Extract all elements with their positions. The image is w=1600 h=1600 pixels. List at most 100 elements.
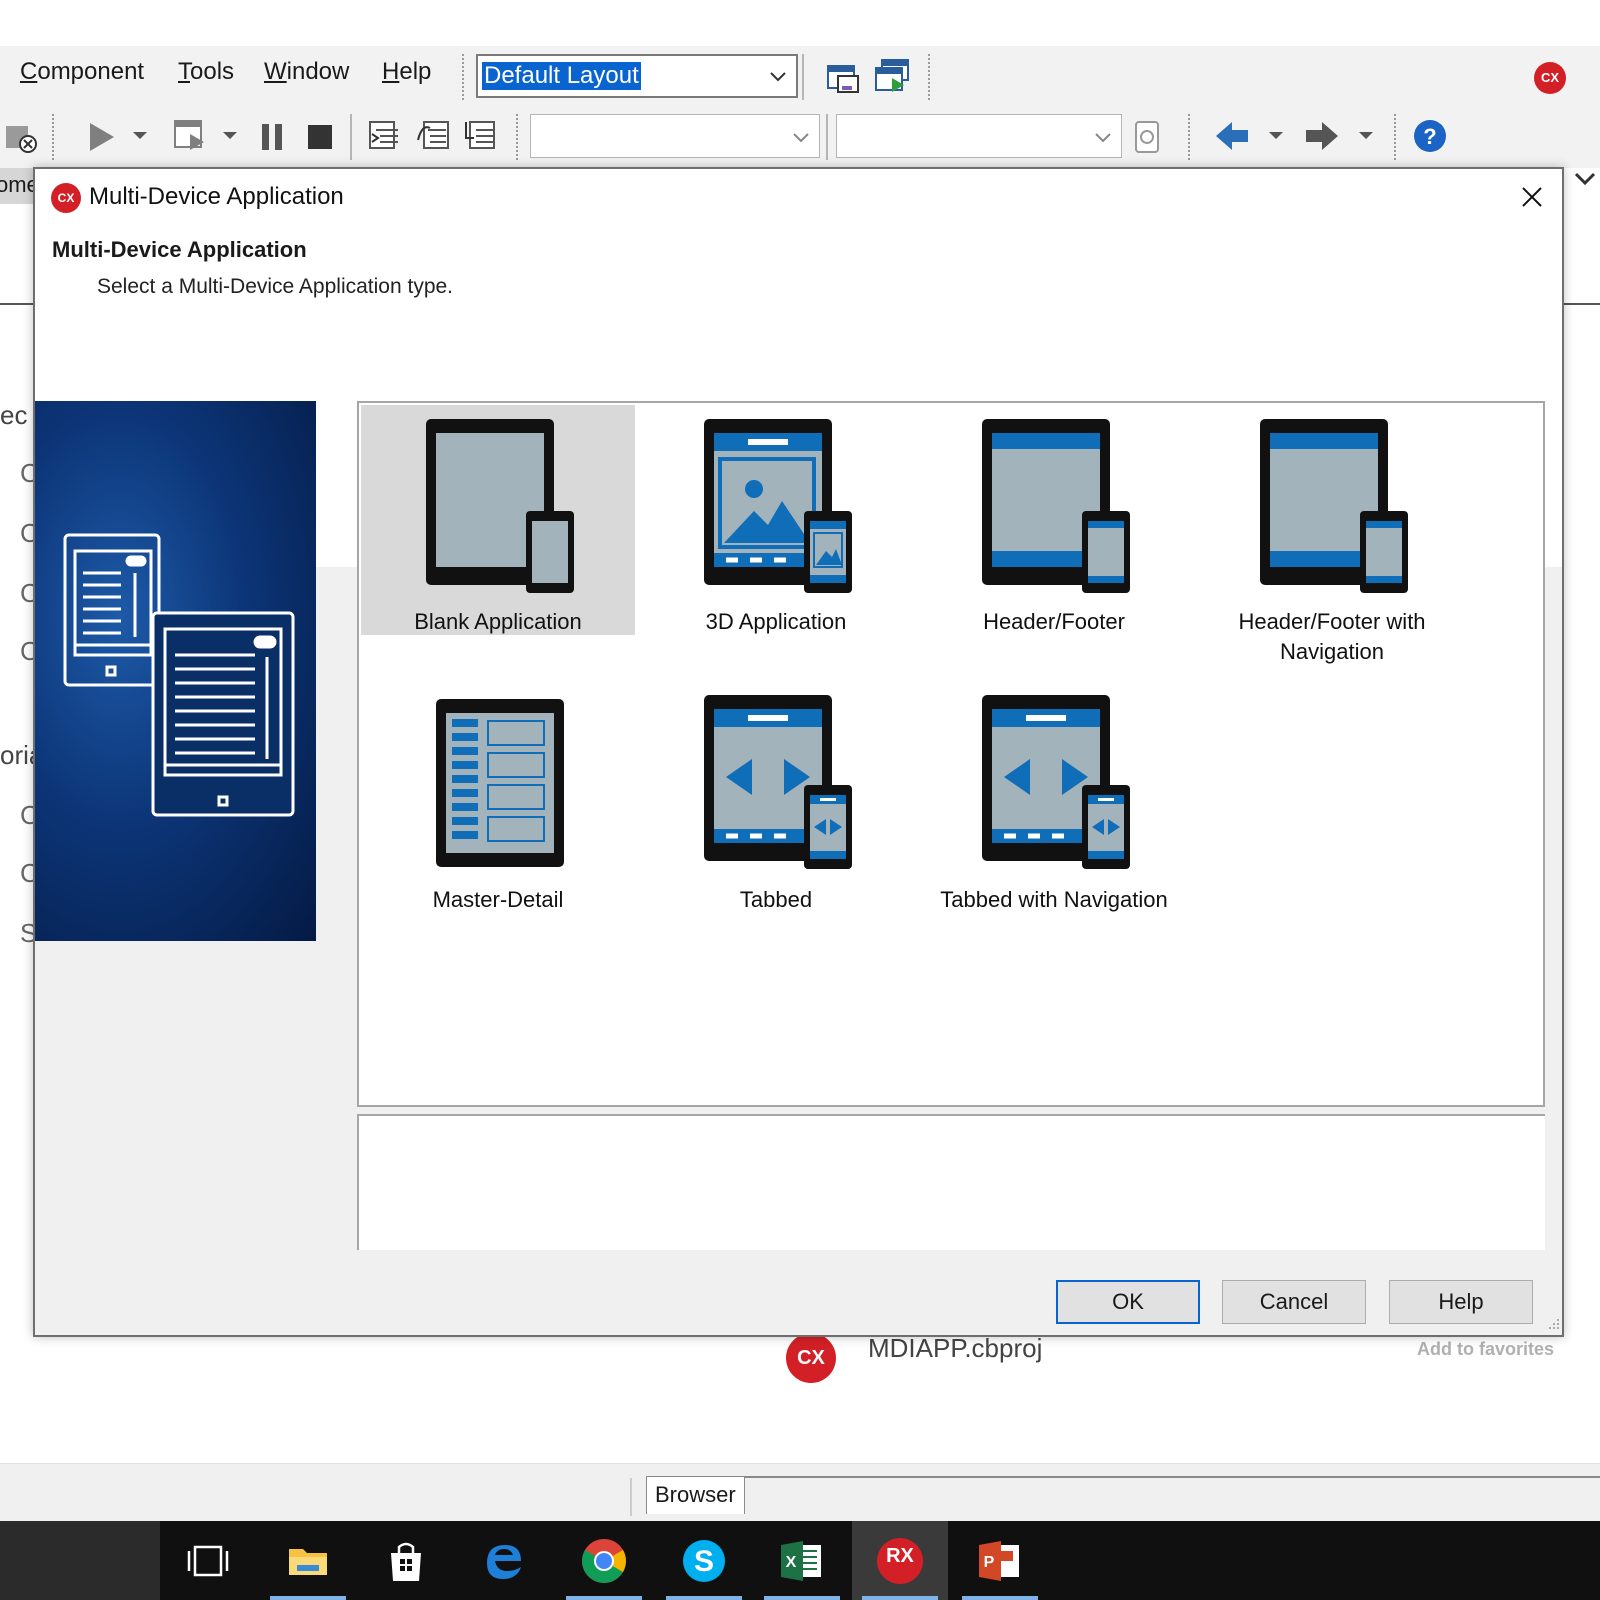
toolbar-separator <box>1188 114 1190 160</box>
run-without-debug-dropdown-icon[interactable] <box>222 130 238 142</box>
template-tabbed-navigation[interactable]: Tabbed with Navigation <box>917 685 1191 925</box>
template-header-footer[interactable]: Header/Footer <box>917 405 1191 645</box>
menubar-separator <box>462 54 464 100</box>
set-debug-desktop-icon[interactable] <box>874 58 910 94</box>
menubar-separator <box>928 54 930 100</box>
taskbar-chrome[interactable] <box>556 1521 652 1600</box>
help-icon[interactable]: ? <box>1412 118 1448 154</box>
running-indicator <box>962 1596 1038 1600</box>
chevron-down-icon <box>1095 133 1111 143</box>
toolbar-separator <box>826 114 828 160</box>
taskbar-edge[interactable] <box>456 1521 552 1600</box>
menu-tools[interactable]: Tools <box>178 58 234 86</box>
header-footer-icon <box>982 419 1130 593</box>
dialog-heading: Multi-Device Application <box>52 237 307 262</box>
tabbed-icon <box>704 695 852 869</box>
taskbar-store[interactable] <box>358 1521 454 1600</box>
step-over-icon[interactable] <box>416 118 452 156</box>
dialog-subheading: Select a Multi-Device Application type. <box>97 275 454 298</box>
panel-divider <box>1564 303 1600 305</box>
run-icon[interactable] <box>84 120 118 154</box>
taskbar-start-area[interactable] <box>0 1521 160 1600</box>
template-blank-application[interactable]: Blank Application <box>361 405 635 635</box>
close-project-icon[interactable] <box>4 120 38 154</box>
tab-browser[interactable]: Browser <box>646 1476 745 1514</box>
app-logo-icon: CX <box>51 183 81 213</box>
svg-text:P: P <box>984 1554 995 1571</box>
layout-combo[interactable]: Default Layout <box>476 54 798 98</box>
forward-dropdown-icon[interactable] <box>1358 130 1374 142</box>
save-desktop-icon[interactable] <box>826 60 862 94</box>
template-list: Blank Application 3D Application Header/… <box>357 401 1545 1107</box>
panel-divider <box>0 303 34 305</box>
trace-into-icon[interactable] <box>368 118 404 156</box>
chevron-down-icon[interactable] <box>1574 170 1596 188</box>
template-label: 3D Application <box>705 609 847 634</box>
dialog-titlebar: CX Multi-Device Application <box>35 169 1562 225</box>
edge-icon <box>487 1544 521 1579</box>
cancel-button[interactable]: Cancel <box>1222 1280 1366 1324</box>
run-to-cursor-icon[interactable] <box>464 118 500 156</box>
file-explorer-icon <box>289 1548 327 1575</box>
toolbar-separator <box>1394 114 1396 160</box>
3d-app-icon <box>704 419 852 593</box>
taskbar-excel[interactable]: X <box>754 1521 850 1600</box>
stop-icon[interactable] <box>306 122 334 152</box>
multi-device-illustration-icon <box>63 533 295 817</box>
forward-arrow-icon[interactable] <box>1304 118 1340 154</box>
menu-window[interactable]: Window <box>264 58 349 86</box>
dialog-title: Multi-Device Application <box>89 183 344 210</box>
running-indicator <box>862 1596 938 1600</box>
back-dropdown-icon[interactable] <box>1268 130 1284 142</box>
pause-icon[interactable] <box>258 122 286 152</box>
run-dropdown-icon[interactable] <box>132 130 148 142</box>
refresh-devices-icon[interactable] <box>1132 120 1162 154</box>
welcome-fragment: ec <box>0 400 28 430</box>
ide-welcome-tab[interactable]: ome <box>0 168 34 204</box>
multi-device-app-dialog: CX Multi-Device Application Multi-Device… <box>33 167 1564 1337</box>
run-without-debug-icon[interactable] <box>172 118 208 154</box>
excel-icon: X <box>781 1540 821 1581</box>
template-3d-application[interactable]: 3D Application <box>639 405 913 645</box>
ide-welcome-panel-left: ec C C C C oria C C S <box>0 168 43 1463</box>
svg-text:X: X <box>786 1554 797 1571</box>
template-label: Master-Detail <box>432 887 564 912</box>
toolbar-separator <box>350 114 352 160</box>
menu-help[interactable]: Help <box>382 58 431 86</box>
tab-strip-line <box>744 1476 1600 1478</box>
taskbar-skype[interactable]: S <box>656 1521 752 1600</box>
running-indicator <box>270 1596 346 1600</box>
svg-text:?: ? <box>1423 124 1436 149</box>
template-master-detail[interactable]: Master-Detail <box>361 685 635 925</box>
close-icon[interactable] <box>1516 181 1548 213</box>
taskbar-powerpoint[interactable]: P <box>952 1521 1048 1600</box>
template-label: Blank Application <box>414 609 582 634</box>
ide-menubar: Component Tools Window Help Default Layo… <box>0 46 1600 106</box>
header-footer-nav-icon <box>1260 419 1408 593</box>
taskbar-rad-studio[interactable]: RX <box>852 1521 948 1600</box>
toolbar-separator <box>516 114 518 160</box>
template-header-footer-navigation[interactable]: Header/Footer with Navigation <box>1195 405 1469 664</box>
target-platform-combo[interactable] <box>530 114 820 158</box>
menubar-separator <box>802 54 804 100</box>
add-to-favorites-link[interactable]: Add to favorites <box>1417 1339 1554 1360</box>
running-indicator <box>764 1596 840 1600</box>
ide-right-panel <box>1564 168 1600 1463</box>
menu-component[interactable]: Component <box>20 58 144 86</box>
template-tabbed[interactable]: Tabbed <box>639 685 913 925</box>
ok-button[interactable]: OK <box>1056 1280 1200 1324</box>
device-combo[interactable] <box>836 114 1122 158</box>
master-detail-icon <box>436 699 564 867</box>
taskbar-task-view[interactable] <box>160 1521 256 1600</box>
recent-project-name: MDIAPP.cbproj <box>868 1333 1043 1363</box>
statusbar-divider <box>630 1478 632 1516</box>
help-button[interactable]: Help <box>1389 1280 1533 1324</box>
back-arrow-icon[interactable] <box>1214 118 1250 154</box>
app-badge-icon: CX <box>1534 62 1566 94</box>
resize-grip-icon[interactable] <box>1545 1317 1561 1333</box>
template-label: Header/Footer with Navigation <box>1238 609 1426 664</box>
layout-combo-value: Default Layout <box>482 62 641 90</box>
wizard-banner-image <box>35 401 316 941</box>
ide-statusbar: Browser <box>0 1463 1600 1521</box>
taskbar-file-explorer[interactable] <box>260 1521 356 1600</box>
